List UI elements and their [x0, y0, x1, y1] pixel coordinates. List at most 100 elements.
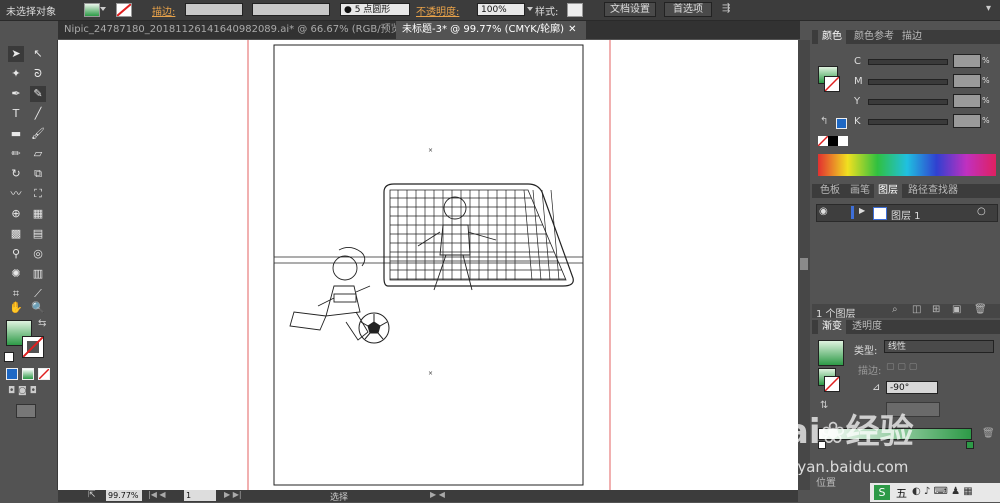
clipping-mask-icon[interactable]: ◫ — [912, 304, 921, 315]
y-slider[interactable] — [868, 99, 948, 105]
k-slider[interactable] — [868, 119, 948, 125]
locate-object-icon[interactable]: ⌕ — [892, 304, 898, 315]
white-swatch[interactable] — [838, 136, 848, 146]
page-field[interactable]: 1 — [184, 490, 216, 501]
y-value-field[interactable] — [953, 94, 981, 108]
gradient-swatch[interactable] — [818, 340, 844, 366]
fill-swatch[interactable] — [84, 3, 100, 17]
c-slider[interactable] — [868, 59, 948, 65]
variable-width-dropdown[interactable] — [252, 3, 330, 16]
swap-colors-icon[interactable]: ⇆ — [38, 318, 46, 329]
scale-tool-icon[interactable]: ⧉ — [30, 166, 46, 182]
gradient-type-dropdown[interactable]: 线性 — [884, 340, 994, 353]
stroke-label[interactable]: 描边: — [152, 3, 175, 18]
tab-layers[interactable]: 图层 — [874, 184, 902, 198]
document-setup-button[interactable]: 文档设置 — [604, 2, 656, 17]
tab-swatches[interactable]: 色板 — [816, 184, 844, 198]
mesh-tool-icon[interactable]: ▩ — [8, 226, 24, 242]
k-value-field[interactable] — [953, 114, 981, 128]
hand-tool-icon[interactable]: ✋ — [8, 300, 24, 316]
brush-dropdown[interactable]: ● 5 点圆形 — [340, 3, 410, 16]
gradient-tool-icon[interactable]: ▤ — [30, 226, 46, 242]
preferences-button[interactable]: 首选项 — [664, 2, 712, 17]
paintbrush-icon[interactable]: 🖌 — [30, 126, 46, 142]
pen-tool-icon[interactable]: ✒ — [8, 86, 24, 102]
m-value-field[interactable] — [953, 74, 981, 88]
direct-selection-tool-icon[interactable]: ↖ — [30, 46, 46, 62]
stroke-weight-field[interactable] — [185, 3, 243, 16]
chevron-down-icon[interactable] — [100, 7, 106, 11]
tab-document-2[interactable]: 未标题-3* @ 99.77% (CMYK/轮廓) ✕ — [396, 21, 586, 39]
out-of-gamut-icon[interactable]: ↰ — [820, 116, 828, 127]
stroke-gradient-options[interactable]: ▢ ▢ ▢ — [886, 362, 936, 372]
warp-tool-icon[interactable]: 〰 — [8, 186, 24, 202]
selection-tool-icon[interactable]: ➤ — [8, 46, 24, 62]
trash-icon[interactable]: 🗑 — [982, 428, 995, 439]
zoom-tool-icon[interactable]: 🔍 — [30, 300, 46, 316]
layer-row[interactable]: ◉ ▶ 图层 1 ○ — [816, 204, 998, 222]
magic-wand-icon[interactable]: ✦ — [8, 66, 24, 82]
chevron-down-icon[interactable] — [527, 7, 533, 11]
canvas[interactable]: × × — [58, 40, 798, 490]
trash-icon[interactable]: 🗑 — [974, 304, 987, 315]
free-transform-icon[interactable]: ⛶ — [30, 186, 46, 202]
color-spectrum[interactable] — [818, 154, 996, 176]
c-value-field[interactable] — [953, 54, 981, 68]
lasso-icon[interactable]: ᘐ — [30, 66, 46, 82]
m-slider[interactable] — [868, 79, 948, 85]
perspective-grid-icon[interactable]: ▦ — [30, 206, 46, 222]
tab-color[interactable]: 颜色 — [818, 30, 846, 44]
new-layer-icon[interactable]: ▣ — [952, 304, 961, 315]
ime-tools-icon[interactable]: ◐ ♪ ⌨ ♟ ▦ — [912, 486, 973, 497]
curvature-tool-icon[interactable]: ✎ — [30, 86, 46, 102]
stroke-none-swatch[interactable] — [116, 3, 132, 17]
ime-logo-icon[interactable]: S — [874, 485, 890, 500]
eye-icon[interactable]: ◉ — [819, 206, 828, 217]
shape-builder-icon[interactable]: ⊕ — [8, 206, 24, 222]
symbol-sprayer-icon[interactable]: ✺ — [8, 266, 24, 282]
blend-tool-icon[interactable]: ◎ — [30, 246, 46, 262]
angle-field[interactable]: -90° — [886, 381, 938, 394]
tab-color-guide[interactable]: 颜色参考 — [850, 30, 898, 44]
eyedropper-icon[interactable]: ⚲ — [8, 246, 24, 262]
opacity-label[interactable]: 不透明度: — [416, 3, 459, 18]
new-sublayer-icon[interactable]: ⊞ — [932, 304, 940, 315]
opacity-field[interactable]: 100% — [477, 3, 525, 16]
expand-triangle-icon[interactable]: ▶ — [859, 206, 865, 215]
arrange-icon[interactable]: ⇶ — [722, 3, 736, 15]
close-icon[interactable]: ✕ — [568, 24, 576, 35]
draw-modes-icon[interactable]: ◘ ◙ ◘ — [8, 386, 48, 396]
zoom-field[interactable]: 99.77% — [106, 490, 142, 501]
line-tool-icon[interactable]: ╱ — [30, 106, 46, 122]
tab-pathfinder[interactable]: 路径查找器 — [904, 184, 962, 198]
black-swatch[interactable] — [828, 136, 838, 146]
rectangle-tool-icon[interactable]: ▬ — [8, 126, 24, 142]
stroke-color-swatch[interactable] — [22, 336, 44, 358]
layer-name[interactable]: 图层 1 — [891, 207, 921, 222]
next-page-icon[interactable]: ▶ ▶| — [224, 490, 242, 499]
pencil-icon[interactable]: ✏ — [8, 146, 24, 162]
style-swatch[interactable] — [567, 3, 583, 17]
stroke-gradient-swatch[interactable] — [824, 376, 840, 392]
stroke-color-swatch[interactable] — [824, 76, 840, 92]
web-safe-swatch[interactable] — [836, 118, 847, 129]
artboard[interactable] — [273, 44, 584, 486]
tab-brushes[interactable]: 画笔 — [846, 184, 874, 198]
status-menu-icon[interactable]: ▶ ◀ — [430, 490, 445, 499]
target-circle-icon[interactable]: ○ — [977, 206, 986, 217]
rotate-tool-icon[interactable]: ↻ — [8, 166, 24, 182]
eraser-icon[interactable]: ▱ — [30, 146, 46, 162]
none-swatch[interactable] — [817, 135, 829, 147]
none-mode-icon[interactable] — [38, 368, 50, 380]
tab-transparency[interactable]: 透明度 — [848, 320, 886, 334]
soccer-ball[interactable] — [358, 312, 390, 344]
color-mode-icon[interactable] — [6, 368, 18, 380]
gradient-stop-right[interactable] — [966, 441, 974, 449]
panel-menu-icon[interactable]: ▾ — [986, 3, 991, 14]
tab-gradient[interactable]: 渐变 — [818, 320, 846, 334]
screen-mode-icon[interactable] — [16, 404, 36, 418]
tab-stroke[interactable]: 描边 — [898, 30, 926, 44]
ime-mode-label[interactable]: 五 — [896, 485, 907, 501]
scrollbar-thumb[interactable] — [800, 258, 808, 270]
tab-document-1[interactable]: Nipic_24787180_20181126141640982089.ai* … — [58, 21, 417, 39]
